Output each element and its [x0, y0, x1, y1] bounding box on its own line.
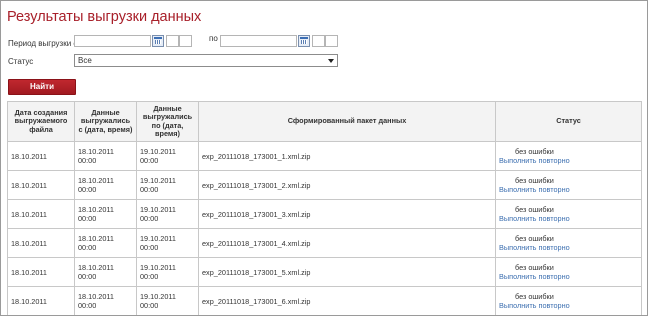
- cell-to: 19.10.2011 00:00: [136, 228, 199, 258]
- table-row: 18.10.2011 18.10.2011 00:00 19.10.2011 0…: [7, 286, 642, 315]
- cell-created: 18.10.2011: [7, 141, 75, 171]
- status-select-value: Все: [78, 56, 92, 65]
- table-row: 18.10.2011 18.10.2011 00:00 19.10.2011 0…: [7, 257, 642, 287]
- page-frame: Результаты выгрузки данных Период выгруз…: [0, 0, 648, 316]
- cell-from: 18.10.2011 00:00: [74, 286, 137, 315]
- cell-package: exp_20111018_173001_1.xml.zip: [198, 141, 496, 171]
- to-label: по: [209, 34, 218, 43]
- status-text: без ошибки: [515, 233, 554, 243]
- table-row: 18.10.2011 18.10.2011 00:00 19.10.2011 0…: [7, 228, 642, 258]
- cell-to: 19.10.2011 00:00: [136, 199, 199, 229]
- status-select[interactable]: Все: [74, 54, 338, 67]
- date-to-input[interactable]: [220, 35, 297, 47]
- cell-to: 19.10.2011 00:00: [136, 257, 199, 287]
- time-to-hours[interactable]: [312, 35, 325, 47]
- cell-created: 18.10.2011: [7, 257, 75, 287]
- time-from-minutes[interactable]: [179, 35, 192, 47]
- retry-link[interactable]: Выполнить повторно: [499, 243, 638, 253]
- page-title: Результаты выгрузки данных: [7, 9, 202, 25]
- cell-from: 18.10.2011 00:00: [74, 199, 137, 229]
- col-to-header: Данные выгружались по (дата, время): [136, 101, 199, 142]
- cell-package: exp_20111018_173001_3.xml.zip: [198, 199, 496, 229]
- time-to-minutes[interactable]: [325, 35, 338, 47]
- status-text: без ошибки: [515, 146, 554, 156]
- chevron-down-icon: [328, 59, 334, 63]
- status-text: без ошибки: [515, 175, 554, 185]
- cell-status: без ошибки Выполнить повторно: [495, 286, 642, 315]
- status-label: Статус: [8, 57, 34, 66]
- cell-status: без ошибки Выполнить повторно: [495, 141, 642, 171]
- cell-package: exp_20111018_173001_5.xml.zip: [198, 257, 496, 287]
- cell-from: 18.10.2011 00:00: [74, 257, 137, 287]
- cell-created: 18.10.2011: [7, 170, 75, 200]
- cell-to: 19.10.2011 00:00: [136, 170, 199, 200]
- cell-created: 18.10.2011: [7, 286, 75, 315]
- period-label: Период выгрузки с: [8, 39, 78, 48]
- table-row: 18.10.2011 18.10.2011 00:00 19.10.2011 0…: [7, 199, 642, 229]
- retry-link[interactable]: Выполнить повторно: [499, 156, 638, 166]
- status-text: без ошибки: [515, 291, 554, 301]
- cell-to: 19.10.2011 00:00: [136, 286, 199, 315]
- calendar-to-icon[interactable]: [298, 35, 310, 47]
- col-status-header: Статус: [495, 101, 642, 142]
- cell-from: 18.10.2011 00:00: [74, 141, 137, 171]
- cell-status: без ошибки Выполнить повторно: [495, 257, 642, 287]
- status-text: без ошибки: [515, 204, 554, 214]
- time-from-hours[interactable]: [166, 35, 179, 47]
- retry-link[interactable]: Выполнить повторно: [499, 185, 638, 195]
- col-package-header: Сформированный пакет данных: [198, 101, 496, 142]
- retry-link[interactable]: Выполнить повторно: [499, 214, 638, 224]
- table-header-row: Дата создания выгружаемого файла Данные …: [7, 101, 642, 142]
- status-text: без ошибки: [515, 262, 554, 272]
- cell-package: exp_20111018_173001_6.xml.zip: [198, 286, 496, 315]
- cell-created: 18.10.2011: [7, 199, 75, 229]
- table-row: 18.10.2011 18.10.2011 00:00 19.10.2011 0…: [7, 170, 642, 200]
- col-from-header: Данные выгружались с (дата, время): [74, 101, 137, 142]
- col-created-header: Дата создания выгружаемого файла: [7, 101, 75, 142]
- cell-from: 18.10.2011 00:00: [74, 170, 137, 200]
- calendar-from-icon[interactable]: [152, 35, 164, 47]
- retry-link[interactable]: Выполнить повторно: [499, 301, 638, 311]
- table-row: 18.10.2011 18.10.2011 00:00 19.10.2011 0…: [7, 141, 642, 171]
- results-table: Дата создания выгружаемого файла Данные …: [7, 101, 642, 315]
- cell-package: exp_20111018_173001_4.xml.zip: [198, 228, 496, 258]
- date-from-input[interactable]: [74, 35, 151, 47]
- cell-from: 18.10.2011 00:00: [74, 228, 137, 258]
- cell-status: без ошибки Выполнить повторно: [495, 228, 642, 258]
- cell-package: exp_20111018_173001_2.xml.zip: [198, 170, 496, 200]
- cell-to: 19.10.2011 00:00: [136, 141, 199, 171]
- cell-status: без ошибки Выполнить повторно: [495, 170, 642, 200]
- cell-status: без ошибки Выполнить повторно: [495, 199, 642, 229]
- cell-created: 18.10.2011: [7, 228, 75, 258]
- retry-link[interactable]: Выполнить повторно: [499, 272, 638, 282]
- find-button[interactable]: Найти: [8, 79, 76, 95]
